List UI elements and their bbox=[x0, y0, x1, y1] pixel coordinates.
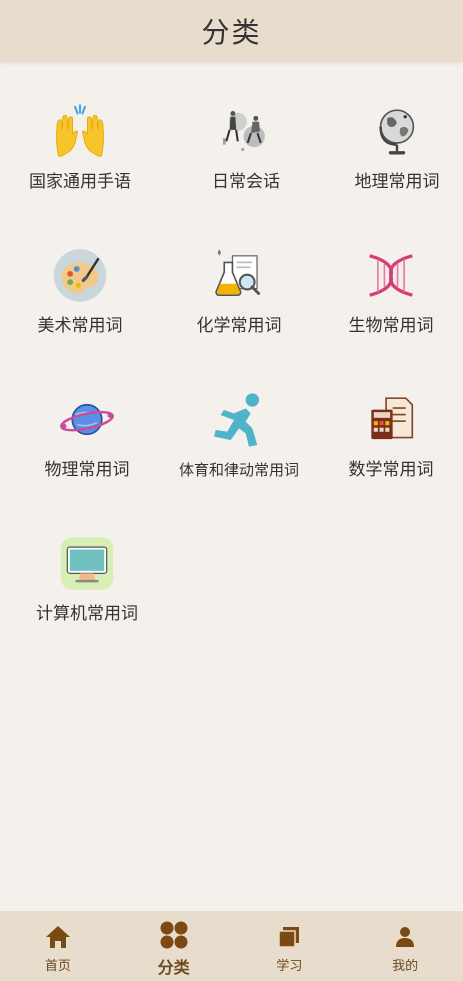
raised-hands-icon bbox=[56, 104, 104, 157]
nav-item-category[interactable]: 分类 bbox=[116, 911, 232, 981]
nav-label: 学习 bbox=[276, 959, 303, 974]
category-label: 物理常用词 bbox=[44, 460, 130, 480]
category-tile-daily-conversation[interactable]: 日常会话 bbox=[169, 62, 323, 192]
category-label: 地理常用词 bbox=[354, 172, 440, 192]
category-tile-computer[interactable]: 计算机常用词 bbox=[10, 494, 164, 624]
nav-label: 我的 bbox=[392, 959, 419, 974]
home-icon bbox=[45, 926, 70, 948]
category-tile-chemistry[interactable]: 化学常用词 bbox=[162, 206, 316, 336]
category-label: 国家通用手语 bbox=[29, 172, 131, 192]
nav-item-profile[interactable]: 我的 bbox=[347, 911, 463, 981]
category-label: 数学常用词 bbox=[348, 460, 434, 480]
top-bar: 分类 bbox=[0, 0, 463, 62]
category-tile-geography[interactable]: 地理常用词 bbox=[320, 62, 463, 192]
nav-item-study[interactable]: 学习 bbox=[232, 911, 348, 981]
user-icon bbox=[396, 927, 415, 947]
calculator-icon bbox=[371, 397, 414, 440]
category-tile-sign-language[interactable]: 国家通用手语 bbox=[3, 62, 157, 192]
nav-label: 首页 bbox=[44, 959, 71, 974]
page-title: 分类 bbox=[201, 16, 262, 49]
category-label: 美术常用词 bbox=[37, 316, 123, 336]
conversation-icon bbox=[223, 111, 265, 152]
category-label: 计算机常用词 bbox=[36, 604, 138, 624]
category-icon bbox=[160, 921, 188, 949]
category-label: 化学常用词 bbox=[196, 316, 282, 336]
category-tile-sports[interactable]: 体育和律动常用词 bbox=[162, 350, 316, 480]
dna-icon bbox=[369, 254, 413, 297]
category-tile-art[interactable]: 美术常用词 bbox=[3, 206, 157, 336]
computer-icon bbox=[60, 537, 114, 590]
study-icon bbox=[278, 927, 300, 948]
palette-icon bbox=[53, 249, 107, 302]
category-tile-biology[interactable]: 生物常用词 bbox=[314, 206, 463, 336]
nav-item-home[interactable]: 首页 bbox=[0, 911, 116, 981]
app-screen: 分类 国家通用手语 日常会话 地理常用词 美术常用词 化学常用词 生物常用词 物… bbox=[0, 0, 463, 981]
category-tile-math[interactable]: 数学常用词 bbox=[314, 350, 463, 480]
category-tile-physics[interactable]: 物理常用词 bbox=[10, 350, 164, 480]
category-label: 生物常用词 bbox=[348, 316, 434, 336]
flask-icon bbox=[215, 249, 261, 296]
globe-icon bbox=[379, 109, 415, 155]
category-label: 体育和律动常用词 bbox=[178, 461, 299, 479]
planet-icon bbox=[60, 403, 114, 436]
bottom-nav: 首页 分类 学习 我的 bbox=[0, 911, 463, 981]
nav-label: 分类 bbox=[157, 958, 190, 977]
category-label: 日常会话 bbox=[212, 172, 280, 192]
runner-icon bbox=[214, 393, 259, 447]
